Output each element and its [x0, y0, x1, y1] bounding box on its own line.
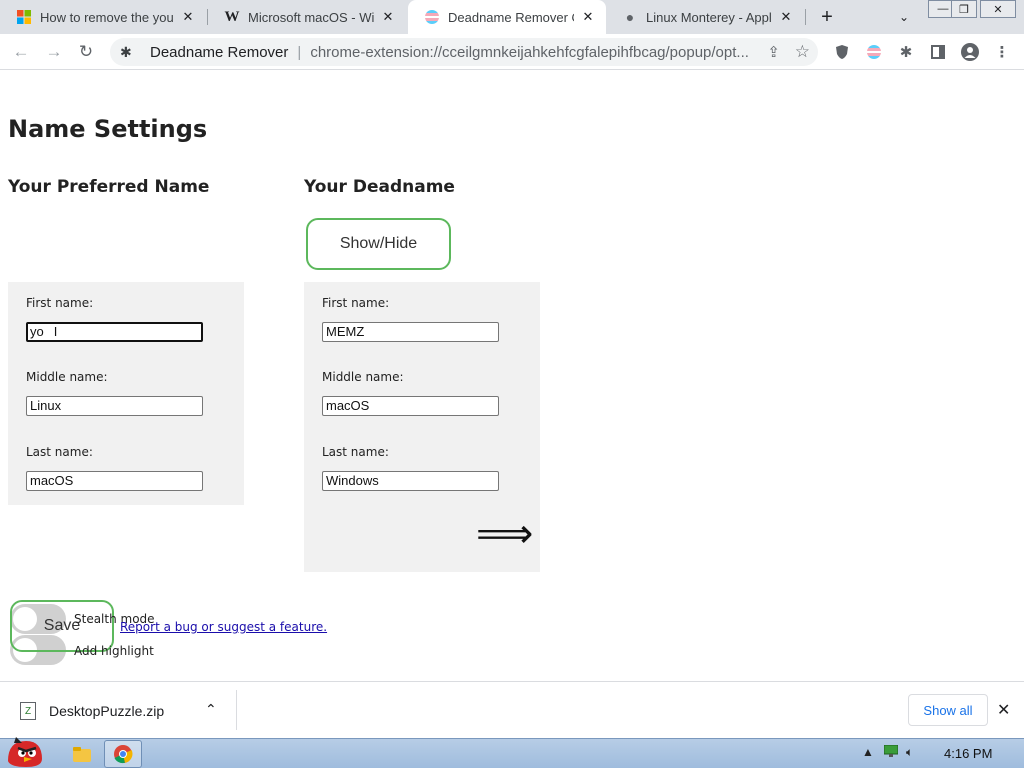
deadname-middle-input[interactable]: macOS: [322, 396, 499, 416]
preferred-first-label: First name:: [26, 296, 94, 310]
tab-how-to-remove[interactable]: How to remove the you ✕: [0, 0, 206, 34]
reload-button[interactable]: ↻: [75, 41, 97, 63]
close-tab-icon[interactable]: ✕: [778, 9, 794, 25]
show-hide-button[interactable]: Show/Hide: [306, 218, 451, 270]
chrome-icon: [111, 742, 135, 766]
close-shelf-icon[interactable]: ✕: [997, 700, 1010, 720]
add-highlight-label: Add highlight: [74, 644, 154, 658]
menu-kebab-icon[interactable]: ⋮: [992, 42, 1012, 62]
tab-title: Deadname Remover O: [448, 9, 574, 25]
back-button[interactable]: ←: [10, 41, 32, 63]
close-window-button[interactable]: ✕: [980, 0, 1016, 18]
omnibox-divider: |: [297, 43, 302, 61]
deadname-first-label: First name:: [322, 296, 390, 310]
restore-button[interactable]: ❐: [951, 0, 977, 18]
tab-linux-monterey[interactable]: ● Linux Monterey - Apple ✕: [606, 0, 804, 34]
report-bug-link[interactable]: Report a bug or suggest a feature.: [120, 620, 327, 634]
preferred-name-heading: Your Preferred Name: [8, 177, 210, 197]
extension-puzzle-icon: ✱: [120, 43, 132, 60]
deadname-heading: Your Deadname: [304, 177, 455, 197]
preferred-middle-label: Middle name:: [26, 370, 108, 384]
close-tab-icon[interactable]: ✕: [580, 9, 596, 25]
tab-title: Microsoft macOS - Wik: [248, 9, 374, 25]
preferred-name-panel: First name: yo I Middle name: Linux Last …: [8, 282, 244, 505]
tab-deadname-remover[interactable]: Deadname Remover O ✕: [408, 0, 606, 34]
share-icon[interactable]: ⇪: [767, 43, 780, 61]
show-all-button[interactable]: Show all: [908, 694, 988, 726]
preferred-first-value: yo: [30, 324, 44, 339]
add-name-arrow-button[interactable]: ⟹: [476, 514, 533, 554]
deadname-extension-icon[interactable]: [864, 42, 884, 62]
network-icon[interactable]: [883, 744, 899, 760]
taskbar: ▲ 🔈︎ 4:16 PM: [0, 737, 1024, 768]
text-cursor-icon: I: [53, 324, 58, 339]
profile-avatar-icon[interactable]: [960, 42, 980, 62]
apple-icon: ●: [625, 9, 635, 25]
tab-microsoft-macos[interactable]: W Microsoft macOS - Wik ✕: [208, 0, 406, 34]
windows-icon: [16, 9, 32, 25]
deadname-last-label: Last name:: [322, 445, 389, 459]
new-tab-button[interactable]: +: [815, 5, 839, 29]
extensions-puzzle-icon[interactable]: ✱: [896, 42, 916, 62]
show-hidden-icons-icon[interactable]: ▲: [862, 745, 874, 759]
close-tab-icon[interactable]: ✕: [180, 9, 196, 25]
page-title: Name Settings: [8, 115, 208, 143]
deadname-middle-label: Middle name:: [322, 370, 404, 384]
tab-search-chevron-icon[interactable]: ⌄: [895, 8, 913, 26]
preferred-middle-input[interactable]: Linux: [26, 396, 203, 416]
shelf-divider: [236, 690, 237, 730]
side-panel-icon[interactable]: [928, 42, 948, 62]
chevron-up-icon[interactable]: ⌃: [205, 701, 217, 718]
volume-icon[interactable]: 🔈︎: [906, 745, 913, 760]
zip-file-icon: Z: [20, 702, 36, 720]
address-bar[interactable]: ✱ Deadname Remover | chrome-extension://…: [110, 38, 818, 66]
start-button-angry-bird-icon[interactable]: [2, 731, 46, 768]
extension-flag-icon: [424, 9, 440, 25]
tab-title: How to remove the you: [40, 9, 174, 25]
close-tab-icon[interactable]: ✕: [380, 9, 396, 25]
tab-title: Linux Monterey - Apple: [646, 9, 772, 25]
download-shelf: Z DesktopPuzzle.zip ⌃ Show all ✕: [0, 681, 1024, 738]
tab-strip: How to remove the you ✕ W Microsoft macO…: [0, 0, 1024, 34]
ublock-shield-icon[interactable]: [832, 42, 852, 62]
tab-separator: [805, 9, 806, 25]
url-text: chrome-extension://cceilgmnkeijahkehfcgf…: [310, 43, 749, 61]
deadname-last-input[interactable]: Windows: [322, 471, 499, 491]
deadname-panel: First name: MEMZ Middle name: macOS Last…: [304, 282, 540, 572]
wikipedia-icon: W: [224, 8, 240, 25]
forward-button[interactable]: →: [43, 41, 65, 63]
folder-explorer-icon[interactable]: [70, 742, 94, 766]
preferred-last-input[interactable]: macOS: [26, 471, 203, 491]
preferred-first-input[interactable]: yo I: [26, 322, 203, 342]
browser-toolbar: ← → ↻ ✱ Deadname Remover | chrome-extens…: [0, 34, 1024, 70]
options-page: Name Settings Your Preferred Name Your D…: [0, 71, 1024, 681]
preferred-last-label: Last name:: [26, 445, 93, 459]
site-name: Deadname Remover: [150, 43, 289, 61]
taskbar-clock[interactable]: 4:16 PM: [944, 746, 992, 761]
download-filename[interactable]: DesktopPuzzle.zip: [49, 703, 164, 719]
bookmark-star-icon[interactable]: ☆: [795, 42, 810, 62]
deadname-first-input[interactable]: MEMZ: [322, 322, 499, 342]
